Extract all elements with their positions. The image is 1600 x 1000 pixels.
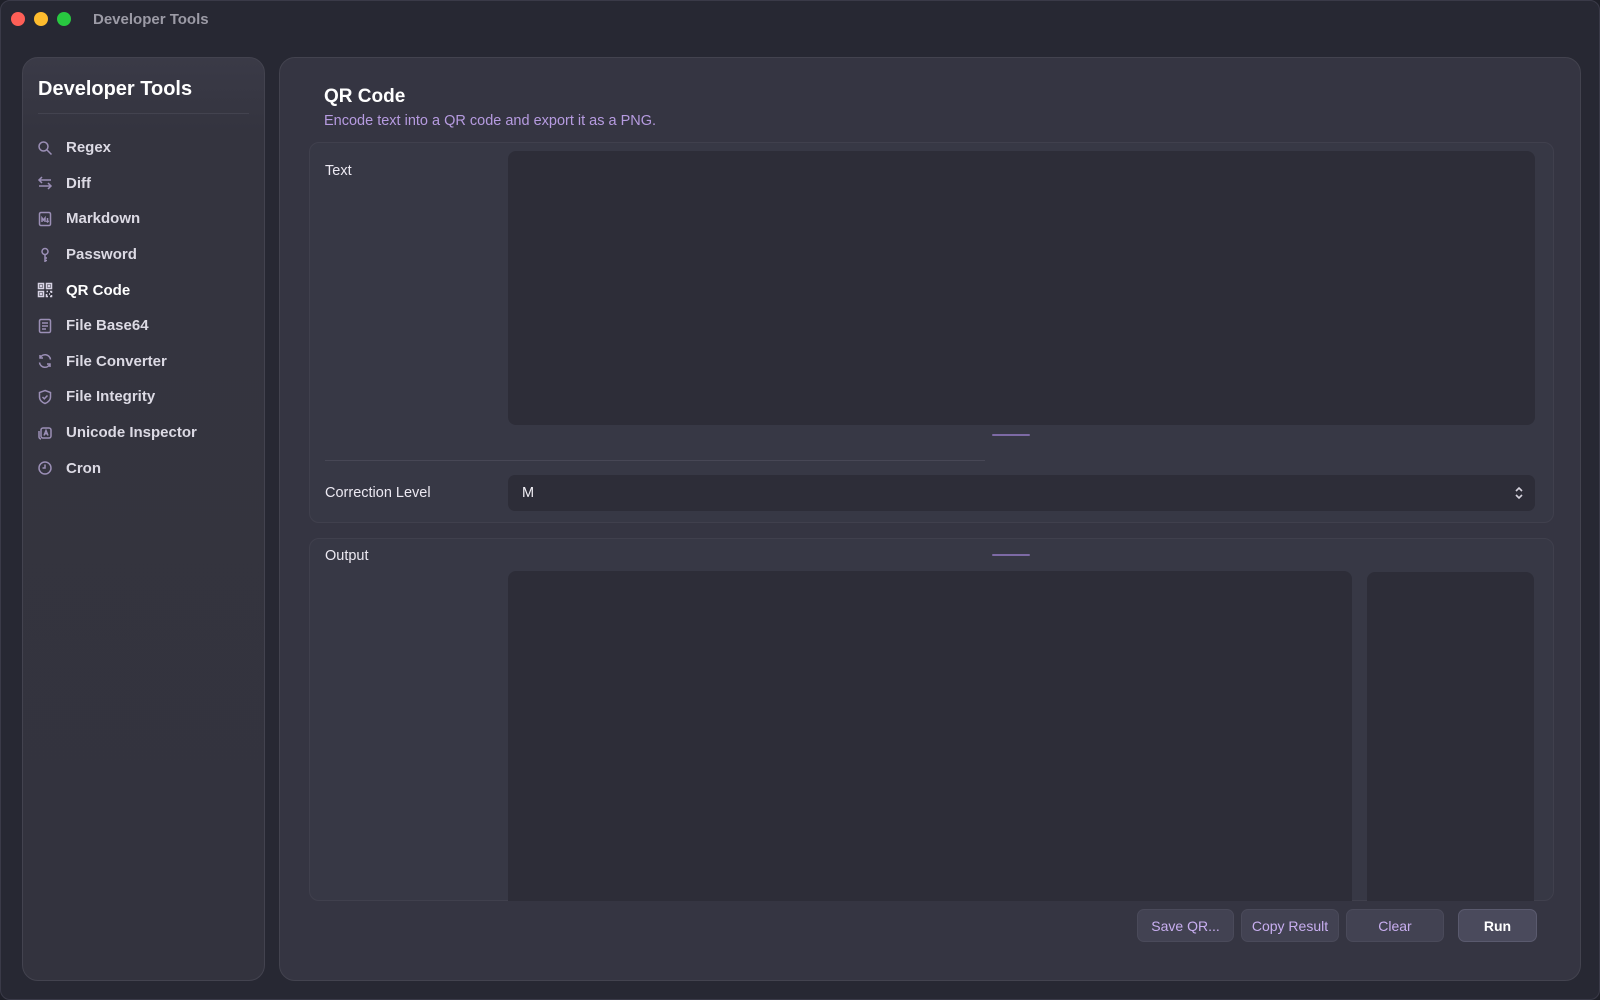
file-icon [37, 318, 53, 334]
sidebar-item-label: Diff [66, 174, 91, 192]
key-icon [37, 247, 53, 263]
sidebar-item-label: File Base64 [66, 317, 149, 335]
sidebar-title: Developer Tools [38, 78, 193, 100]
app-window: Developer Tools Developer Tools Regex Di… [0, 0, 1600, 1000]
sidebar-item-markdown[interactable]: Markdown [35, 201, 253, 237]
copy-result-button[interactable]: Copy Result [1241, 909, 1339, 942]
sidebar-item-label: Password [66, 246, 137, 264]
title-bar: Developer Tools [1, 1, 1599, 37]
zoom-window-button[interactable] [57, 12, 71, 26]
section-divider [325, 460, 985, 461]
output-section: Output [309, 538, 1554, 901]
qr-preview-image [1367, 572, 1534, 901]
sidebar-item-file-integrity[interactable]: File Integrity [35, 379, 253, 415]
sidebar-divider [38, 113, 249, 114]
save-qr-button[interactable]: Save QR... [1137, 909, 1234, 942]
sidebar-item-label: QR Code [66, 281, 131, 299]
sidebar-item-unicode-inspector[interactable]: Unicode Inspector [35, 415, 253, 451]
search-icon [37, 140, 53, 156]
text-label: Text [325, 163, 352, 179]
text-input[interactable] [508, 151, 1535, 425]
window-title: Developer Tools [93, 10, 209, 28]
output-resize-handle[interactable] [992, 554, 1030, 556]
close-window-button[interactable] [11, 12, 25, 26]
action-bar: Save QR... Copy Result Clear Run [280, 909, 1580, 943]
sidebar-item-label: Regex [66, 139, 112, 157]
chevron-up-down-icon [1513, 484, 1525, 502]
swap-arrows-icon [37, 175, 53, 191]
markdown-doc-icon [37, 211, 53, 227]
sidebar-item-label: Unicode Inspector [66, 424, 197, 442]
text-resize-handle[interactable] [992, 434, 1030, 436]
sidebar-item-file-base64[interactable]: File Base64 [35, 308, 253, 344]
correction-level-label: Correction Level [325, 485, 431, 501]
sidebar-item-cron[interactable]: Cron [35, 450, 253, 486]
input-section: Text Correction Level M [309, 142, 1554, 523]
correction-level-value: M [522, 485, 535, 501]
page-title: QR Code [324, 86, 406, 107]
shield-check-icon [37, 389, 53, 405]
output-label: Output [325, 548, 369, 564]
sidebar-item-label: File Converter [66, 352, 167, 370]
sidebar-item-qr-code[interactable]: QR Code [35, 272, 253, 308]
sidebar-item-file-converter[interactable]: File Converter [35, 344, 253, 380]
window-controls [11, 12, 71, 26]
glyph-icon [37, 425, 53, 441]
sidebar-item-diff[interactable]: Diff [35, 166, 253, 202]
run-button[interactable]: Run [1458, 909, 1537, 942]
sidebar-item-label: Cron [66, 459, 101, 477]
clock-icon [37, 460, 53, 476]
sidebar-nav: Regex Diff Markdown Password QR Code Fil… [35, 130, 253, 486]
sidebar-item-password[interactable]: Password [35, 237, 253, 273]
sidebar-item-label: File Integrity [66, 388, 156, 406]
sidebar: Developer Tools Regex Diff Markdown Pass… [22, 57, 265, 981]
main-panel: QR Code Encode text into a QR code and e… [279, 57, 1581, 981]
sidebar-item-regex[interactable]: Regex [35, 130, 253, 166]
clear-button[interactable]: Clear [1346, 909, 1444, 942]
page-subtitle: Encode text into a QR code and export it… [324, 113, 657, 129]
correction-level-select[interactable]: M [508, 475, 1535, 511]
qr-code-icon [37, 282, 53, 298]
refresh-icon [37, 353, 53, 369]
sidebar-item-label: Markdown [66, 210, 141, 228]
minimize-window-button[interactable] [34, 12, 48, 26]
output-text-area[interactable] [508, 571, 1352, 901]
